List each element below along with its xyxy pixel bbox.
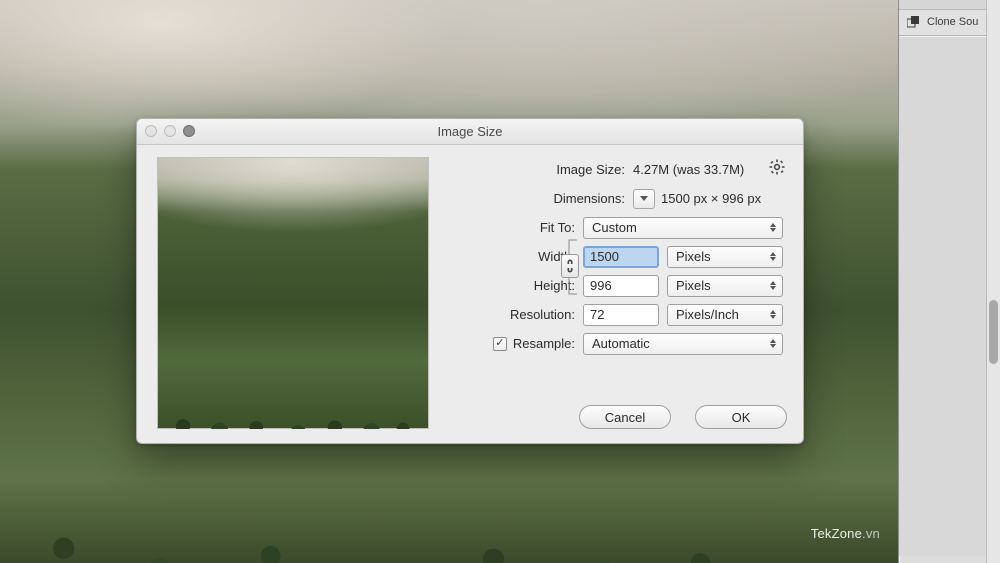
window-controls[interactable] [145,125,195,137]
constrain-proportions-button[interactable] [561,254,579,278]
image-size-dialog: Image Size Image Size: 4.27M (was 33.7M)… [136,118,804,444]
dialog-titlebar[interactable]: Image Size [137,119,803,145]
resolution-label: Resolution: [443,307,583,322]
right-panel-scrollbar[interactable] [986,0,1000,563]
cancel-button[interactable]: Cancel [579,405,671,429]
panel-body [899,36,1000,556]
select-arrows-icon [770,339,776,348]
select-arrows-icon [770,281,776,290]
fit-to-select[interactable]: Custom [583,217,783,239]
scrollbar-thumb[interactable] [989,300,998,364]
clone-source-icon [907,16,921,28]
ok-button-label: OK [732,410,751,425]
fit-to-label: Fit To: [443,220,583,235]
resample-method-value: Automatic [592,336,650,351]
window-zoom-icon[interactable] [183,125,195,137]
dialog-title: Image Size [437,124,502,139]
resample-label: Resample: [513,336,575,351]
image-preview[interactable] [157,157,429,429]
ok-button[interactable]: OK [695,405,787,429]
height-label: Height: [443,278,583,293]
window-minimize-icon[interactable] [164,125,176,137]
dimensions-label: Dimensions: [443,191,633,206]
dimensions-unit-dropdown[interactable] [633,189,655,209]
width-unit-value: Pixels [676,249,711,264]
fit-to-value: Custom [592,220,637,235]
watermark-brand: TekZone [811,526,862,541]
resolution-unit-value: Pixels/Inch [676,307,739,322]
height-unit-select[interactable]: Pixels [667,275,783,297]
panel-tab-clone-source[interactable]: Clone Sou [899,10,1000,36]
resample-method-select[interactable]: Automatic [583,333,783,355]
panel-separator [899,0,1000,10]
window-close-icon[interactable] [145,125,157,137]
watermark: TekZone.vn [811,522,880,543]
chevron-down-icon [640,196,648,201]
settings-gear-button[interactable] [769,159,785,175]
width-unit-select[interactable]: Pixels [667,246,783,268]
width-input[interactable] [583,246,659,268]
right-panel-dock: Clone Sou [898,0,1000,563]
image-size-form: Image Size: 4.27M (was 33.7M) Dimensions… [443,149,787,443]
resolution-unit-select[interactable]: Pixels/Inch [667,304,783,326]
resolution-input[interactable] [583,304,659,326]
watermark-tld: .vn [862,526,880,541]
image-size-value: 4.27M (was 33.7M) [633,162,744,177]
resample-checkbox[interactable] [493,337,507,351]
select-arrows-icon [770,252,776,261]
dimensions-value: 1500 px × 996 px [661,191,761,206]
panel-tab-label: Clone Sou [927,16,978,28]
select-arrows-icon [770,310,776,319]
cancel-button-label: Cancel [605,410,645,425]
select-arrows-icon [770,223,776,232]
height-unit-value: Pixels [676,278,711,293]
image-size-label: Image Size: [443,162,633,177]
height-input[interactable] [583,275,659,297]
